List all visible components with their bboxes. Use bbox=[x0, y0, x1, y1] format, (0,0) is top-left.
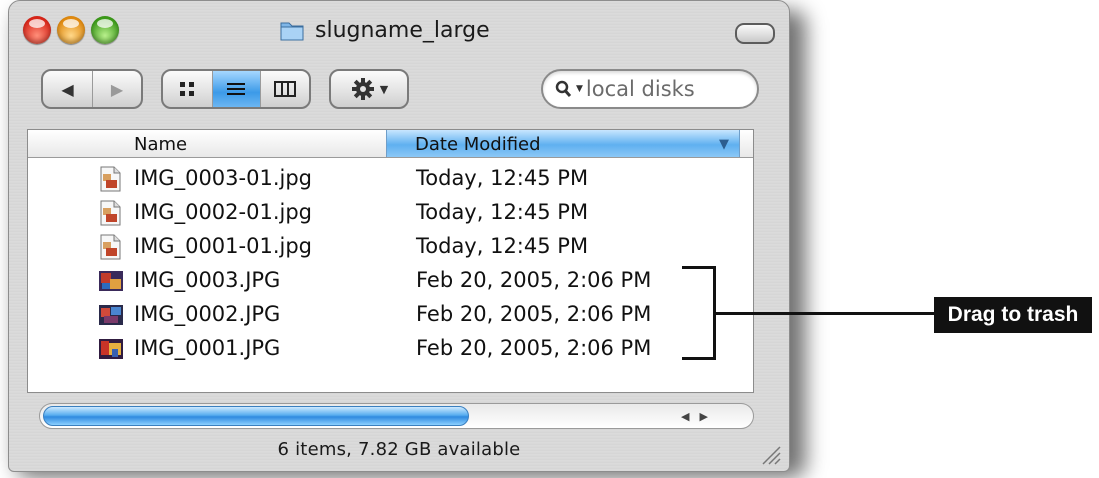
column-header-date-modified[interactable]: Date Modified ▼ bbox=[386, 130, 740, 157]
file-date: Today, 12:45 PM bbox=[416, 234, 589, 258]
file-row[interactable]: IMG_0003.JPG Feb 20, 2005, 2:06 PM bbox=[28, 264, 753, 298]
scroll-right-icon[interactable]: ▶ bbox=[699, 410, 707, 423]
file-date: Today, 12:45 PM bbox=[416, 166, 589, 190]
file-name: IMG_0003.JPG bbox=[134, 268, 281, 292]
search-scope-chevron-icon[interactable]: ▼ bbox=[576, 84, 583, 94]
jpeg-document-icon bbox=[98, 234, 122, 260]
icon-view-icon bbox=[180, 82, 195, 96]
window-title: slugname_large bbox=[315, 17, 490, 43]
file-date: Feb 20, 2005, 2:06 PM bbox=[416, 336, 652, 360]
file-name: IMG_0001-01.jpg bbox=[134, 234, 312, 258]
status-bar: 6 items, 7.82 GB available bbox=[277, 439, 521, 460]
search-field[interactable]: ▼ bbox=[541, 69, 759, 109]
scroll-arrow-buttons: ◀ ▶ bbox=[681, 403, 708, 429]
file-rows: IMG_0003-01.jpg Today, 12:45 PM IMG_0002… bbox=[28, 162, 753, 366]
back-arrow-icon: ◀ bbox=[61, 79, 74, 99]
action-menu-button[interactable]: ▼ bbox=[329, 69, 409, 109]
file-date: Feb 20, 2005, 2:06 PM bbox=[416, 302, 652, 326]
file-date: Today, 12:45 PM bbox=[416, 200, 589, 224]
back-forward-control: ◀ ▶ bbox=[41, 69, 143, 109]
column-view-icon bbox=[274, 81, 297, 97]
list-view-icon bbox=[227, 83, 246, 95]
window-title-bar: slugname_large bbox=[279, 15, 490, 45]
file-row[interactable]: IMG_0002-01.jpg Today, 12:45 PM bbox=[28, 196, 753, 230]
annotation-leader-line bbox=[824, 312, 934, 315]
gear-icon bbox=[351, 78, 374, 100]
column-header-row: Name Date Modified ▼ bbox=[28, 130, 753, 158]
forward-arrow-icon: ▶ bbox=[110, 79, 124, 99]
file-list: Name Date Modified ▼ IMG_0003-01.jpg Tod… bbox=[27, 129, 754, 393]
sort-descending-icon: ▼ bbox=[719, 137, 729, 152]
photo-thumbnail-icon bbox=[98, 336, 123, 362]
minimize-button[interactable] bbox=[57, 16, 85, 44]
list-view-button[interactable] bbox=[211, 71, 261, 107]
back-button[interactable]: ◀ bbox=[43, 71, 92, 107]
annotation-bracket bbox=[682, 266, 716, 360]
file-row[interactable]: IMG_0001.JPG Feb 20, 2005, 2:06 PM bbox=[28, 332, 753, 366]
forward-button[interactable]: ▶ bbox=[91, 71, 141, 107]
toolbar-toggle-button[interactable] bbox=[735, 23, 775, 44]
column-header-name[interactable]: Name bbox=[134, 134, 187, 155]
file-name: IMG_0002-01.jpg bbox=[134, 200, 312, 224]
scroll-left-icon[interactable]: ◀ bbox=[681, 410, 689, 423]
file-row[interactable]: IMG_0001-01.jpg Today, 12:45 PM bbox=[28, 230, 753, 264]
photo-thumbnail-icon bbox=[98, 302, 123, 328]
view-mode-control bbox=[161, 69, 311, 109]
annotation-leader-line bbox=[716, 312, 824, 315]
file-row[interactable]: IMG_0003-01.jpg Today, 12:45 PM bbox=[28, 162, 753, 196]
column-header-date-label: Date Modified bbox=[415, 134, 541, 155]
file-row[interactable]: IMG_0002.JPG Feb 20, 2005, 2:06 PM bbox=[28, 298, 753, 332]
jpeg-document-icon bbox=[98, 166, 122, 192]
folder-icon bbox=[279, 17, 305, 43]
column-view-button[interactable] bbox=[260, 71, 309, 107]
horizontal-scrollbar[interactable] bbox=[39, 403, 754, 429]
scrollbar-thumb[interactable] bbox=[43, 406, 469, 426]
photo-thumbnail-icon bbox=[98, 268, 123, 294]
resize-grip-icon[interactable] bbox=[759, 443, 781, 465]
zoom-button[interactable] bbox=[91, 16, 119, 44]
search-input[interactable] bbox=[585, 77, 746, 101]
file-name: IMG_0003-01.jpg bbox=[134, 166, 312, 190]
file-date: Feb 20, 2005, 2:06 PM bbox=[416, 268, 652, 292]
file-name: IMG_0002.JPG bbox=[134, 302, 281, 326]
chevron-down-icon: ▼ bbox=[379, 82, 389, 96]
icon-view-button[interactable] bbox=[163, 71, 212, 107]
search-icon bbox=[555, 80, 572, 98]
file-name: IMG_0001.JPG bbox=[134, 336, 281, 360]
annotation-callout: Drag to trash bbox=[934, 297, 1092, 333]
jpeg-document-icon bbox=[98, 200, 122, 226]
close-button[interactable] bbox=[23, 16, 51, 44]
finder-window: slugname_large ◀ ▶ ▼ ▼ local disks Name … bbox=[8, 0, 790, 472]
